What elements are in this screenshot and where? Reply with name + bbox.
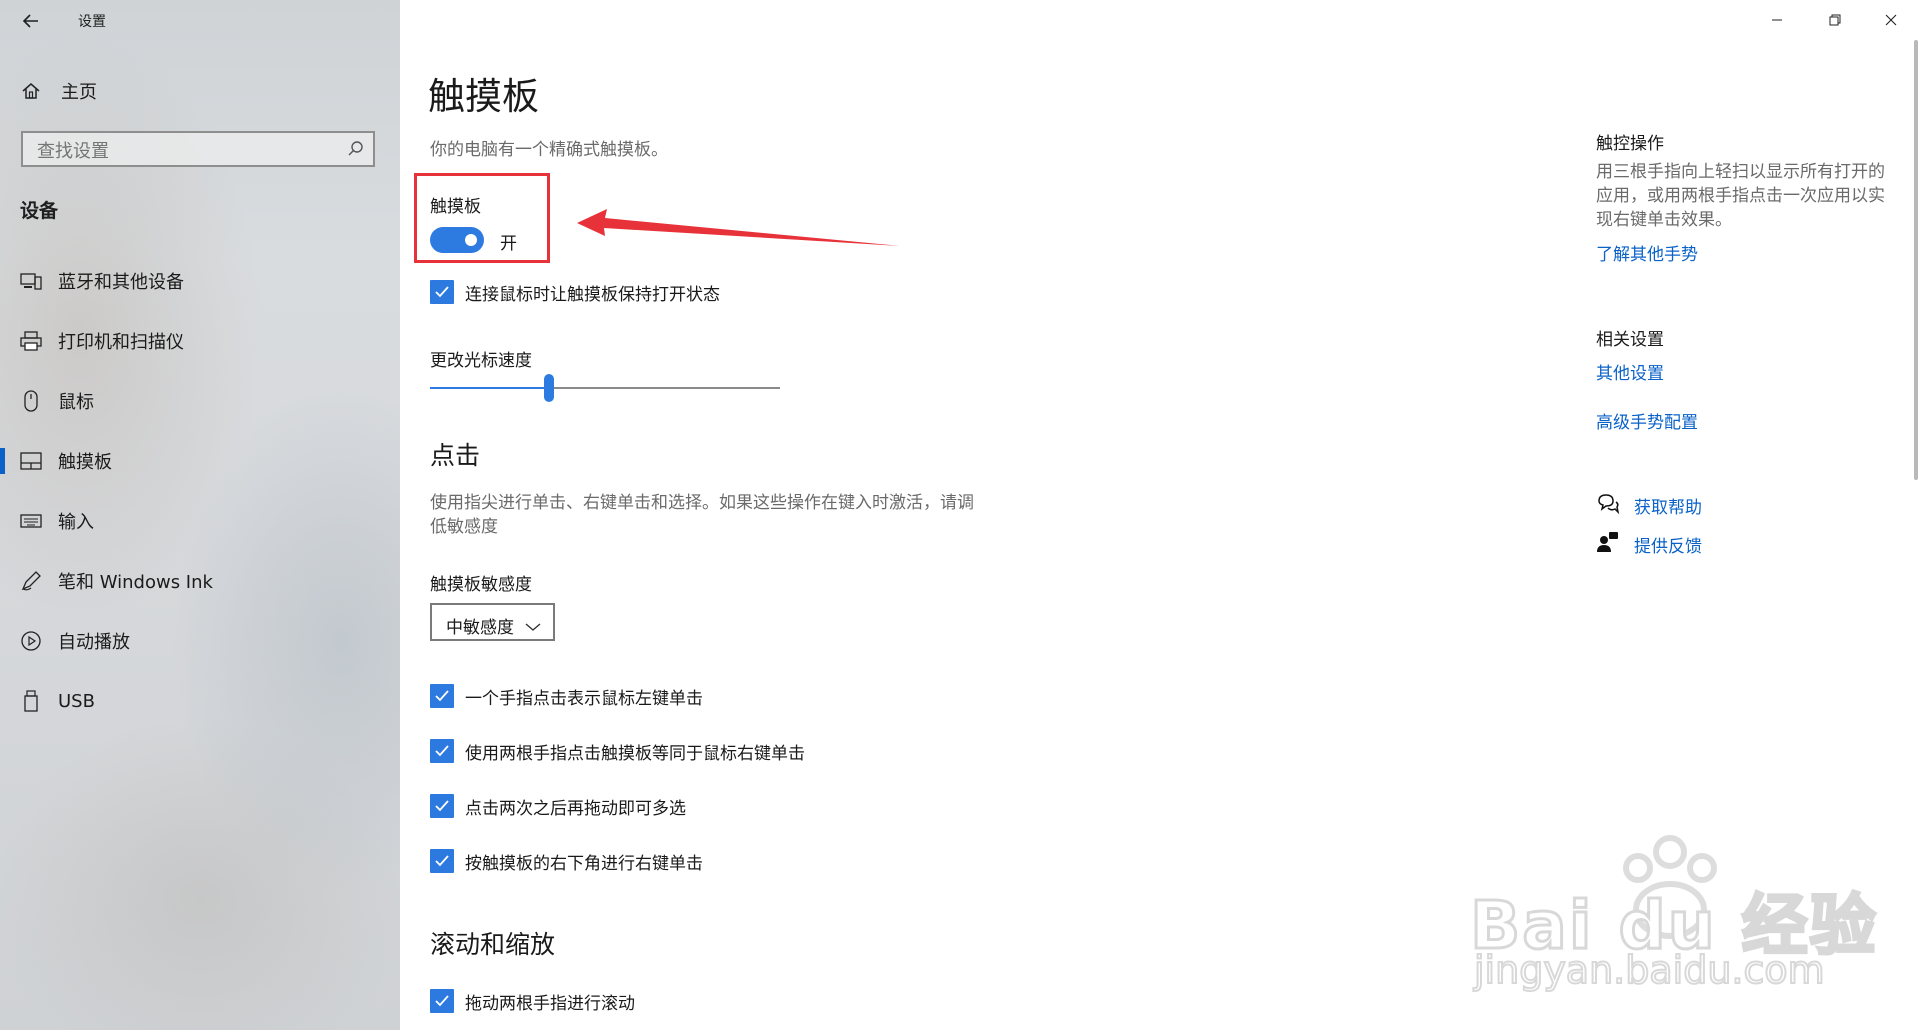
sidebar-item-label: 鼠标 xyxy=(58,392,94,413)
option-checkbox[interactable]: 一个手指点击表示鼠标左键单击 xyxy=(430,683,703,709)
checkbox-checked-icon xyxy=(430,989,454,1013)
sidebar-home-label: 主页 xyxy=(61,82,97,103)
option-checkbox[interactable]: 点击两次之后再拖动即可多选 xyxy=(430,793,686,819)
checkbox-checked-icon xyxy=(430,280,454,304)
help-icon xyxy=(1596,492,1620,516)
restore-button[interactable] xyxy=(1806,0,1864,40)
annotation-highlight-box xyxy=(414,173,550,263)
search-field[interactable] xyxy=(21,131,375,167)
feedback-icon xyxy=(1596,530,1620,554)
related-settings-title: 相关设置 xyxy=(1596,330,1664,350)
restore-icon xyxy=(1829,14,1841,26)
chevron-down-icon xyxy=(525,617,541,636)
scroll-section-title: 滚动和缩放 xyxy=(430,930,556,959)
checkbox-label: 连接鼠标时让触摸板保持打开状态 xyxy=(465,284,720,305)
selection-indicator xyxy=(0,448,5,474)
touch-desc-line1: 用三根手指向上轻扫以显示所有打开的 xyxy=(1596,162,1885,182)
sensitivity-label: 触摸板敏感度 xyxy=(430,575,532,595)
back-arrow-icon xyxy=(22,14,38,28)
keyboard-icon xyxy=(18,508,44,534)
sidebar-item-printers[interactable]: 打印机和扫描仪 xyxy=(0,316,400,366)
touchpad-icon xyxy=(18,448,44,474)
slider-fill xyxy=(430,387,549,389)
search-input[interactable] xyxy=(35,138,339,164)
page-title: 触摸板 xyxy=(428,75,539,118)
minimize-button[interactable] xyxy=(1748,0,1806,40)
sidebar-item-label: 触摸板 xyxy=(58,452,112,473)
search-icon xyxy=(345,139,365,163)
touch-desc-line2: 应用，或用两根手指点击一次应用以实 xyxy=(1596,186,1885,206)
touch-title: 触控操作 xyxy=(1596,134,1664,154)
touch-desc-line3: 现右键单击效果。 xyxy=(1596,210,1732,230)
sensitivity-value: 中敏感度 xyxy=(446,618,514,638)
sidebar-item-usb[interactable]: USB xyxy=(0,676,400,726)
taps-section-title: 点击 xyxy=(430,441,481,470)
page-description: 你的电脑有一个精确式触摸板。 xyxy=(430,140,668,160)
watermark-domain: jingyan.baidu.com xyxy=(1473,947,1826,993)
checkbox-label: 按触摸板的右下角进行右键单击 xyxy=(465,853,703,874)
scrollbar[interactable] xyxy=(1914,40,1918,480)
get-help-link[interactable]: 获取帮助 xyxy=(1634,493,1702,518)
slider-thumb[interactable] xyxy=(544,374,554,402)
minimize-icon xyxy=(1772,19,1782,21)
sidebar-item-typing[interactable]: 输入 xyxy=(0,496,400,546)
checkbox-label: 拖动两根手指进行滚动 xyxy=(465,993,635,1014)
autoplay-icon xyxy=(18,628,44,654)
close-icon xyxy=(1885,14,1897,26)
pen-icon xyxy=(18,568,44,594)
advanced-gesture-link[interactable]: 高级手势配置 xyxy=(1596,408,1698,433)
cursor-speed-label: 更改光标速度 xyxy=(430,351,532,371)
checkbox-label: 点击两次之后再拖动即可多选 xyxy=(465,798,686,819)
home-icon xyxy=(18,78,44,104)
printer-icon xyxy=(18,328,44,354)
mouse-icon xyxy=(18,388,44,414)
learn-gestures-link[interactable]: 了解其他手势 xyxy=(1596,240,1698,265)
sidebar-item-label: 输入 xyxy=(58,512,94,533)
window-title: 设置 xyxy=(78,14,106,30)
usb-icon xyxy=(18,688,44,714)
keep-on-with-mouse-checkbox[interactable]: 连接鼠标时让触摸板保持打开状态 xyxy=(430,279,720,305)
option-checkbox[interactable]: 按触摸板的右下角进行右键单击 xyxy=(430,848,703,874)
sidebar-item-autoplay[interactable]: 自动播放 xyxy=(0,616,400,666)
section-title: 设备 xyxy=(20,200,59,222)
checkbox-label: 一个手指点击表示鼠标左键单击 xyxy=(465,688,703,709)
checkbox-checked-icon xyxy=(430,684,454,708)
bluetooth-devices-icon xyxy=(18,268,44,294)
annotation-arrow-icon xyxy=(577,209,900,246)
sidebar-item-label: USB xyxy=(58,690,95,712)
taps-description-line1: 使用指尖进行单击、右键单击和选择。如果这些操作在键入时激活，请调 xyxy=(430,493,974,513)
sidebar-item-label: 蓝牙和其他设备 xyxy=(58,272,184,293)
back-button[interactable] xyxy=(14,6,50,36)
watermark: Bai du 经验 jingyan.baidu.com xyxy=(1469,820,1890,1000)
other-settings-link[interactable]: 其他设置 xyxy=(1596,359,1664,384)
sidebar-home[interactable]: 主页 xyxy=(0,66,400,116)
sidebar: 设置 主页 设备 蓝牙和其他设备 打印机和扫描仪 鼠标 xyxy=(0,0,400,1030)
checkbox-checked-icon xyxy=(430,849,454,873)
sidebar-item-touchpad[interactable]: 触摸板 xyxy=(0,436,400,486)
cursor-speed-slider[interactable] xyxy=(430,374,780,402)
sensitivity-dropdown[interactable]: 中敏感度 xyxy=(430,603,555,641)
sidebar-item-label: 笔和 Windows Ink xyxy=(58,572,213,593)
sidebar-item-label: 自动播放 xyxy=(58,632,130,653)
checkbox-label: 使用两根手指点击触摸板等同于鼠标右键单击 xyxy=(465,743,805,764)
option-checkbox[interactable]: 使用两根手指点击触摸板等同于鼠标右键单击 xyxy=(430,738,805,764)
checkbox-checked-icon xyxy=(430,739,454,763)
sidebar-item-bluetooth[interactable]: 蓝牙和其他设备 xyxy=(0,256,400,306)
give-feedback-link[interactable]: 提供反馈 xyxy=(1634,532,1702,557)
option-checkbox[interactable]: 拖动两根手指进行滚动 xyxy=(430,988,635,1014)
sidebar-item-pen[interactable]: 笔和 Windows Ink xyxy=(0,556,400,606)
taps-description-line2: 低敏感度 xyxy=(430,517,498,537)
sidebar-item-label: 打印机和扫描仪 xyxy=(58,332,184,353)
sidebar-item-mouse[interactable]: 鼠标 xyxy=(0,376,400,426)
close-button[interactable] xyxy=(1862,0,1920,40)
checkbox-checked-icon xyxy=(430,794,454,818)
